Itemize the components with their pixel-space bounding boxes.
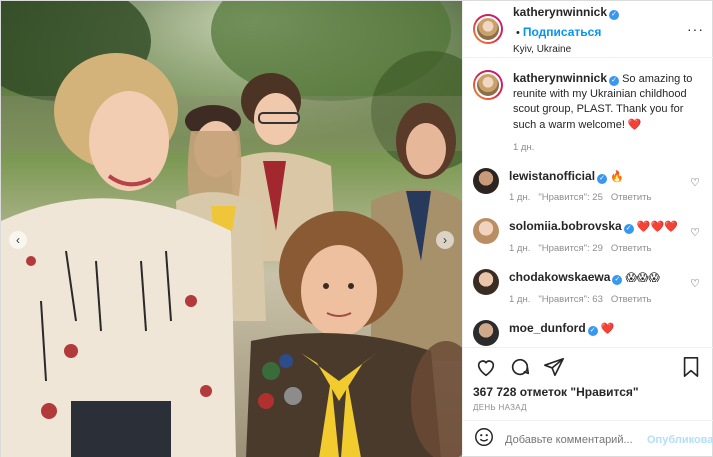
comment-username[interactable]: lewistanofficial xyxy=(509,169,595,183)
comment-likes[interactable]: "Нравится": 25 xyxy=(538,192,603,203)
comment-meta: 1 дн. "Нравится": 63 Ответить xyxy=(509,293,704,306)
commenter-avatar[interactable] xyxy=(473,319,499,346)
comment-body: moe_dunford ✓ ❤️ xyxy=(509,320,704,346)
add-comment-bar: Опубликовать xyxy=(463,420,713,457)
comment-time: 1 дн. xyxy=(509,242,531,254)
comment-item: solomiia.bobrovska ✓ ❤️❤️❤️ 1 дн. "Нравитс… xyxy=(473,218,704,255)
comment-icon[interactable] xyxy=(507,354,533,380)
instagram-post: ‹ › katherynwinnick ✓• Подписаться Kyiv, U… xyxy=(0,0,713,457)
paper-plane-icon[interactable] xyxy=(541,354,567,380)
post-time-ago[interactable]: ДЕНЬ НАЗАД xyxy=(463,399,713,420)
reply-button[interactable]: Ответить xyxy=(611,294,652,305)
comment-item: lewistanofficial ✓ 🔥 1 дн. "Нравится": 25 О… xyxy=(473,167,704,205)
comment-username[interactable]: moe_dunford xyxy=(509,321,586,335)
comment-text: ❤️ xyxy=(600,322,615,335)
post-sidebar: katherynwinnick ✓• Подписаться Kyiv, Ukrai… xyxy=(462,1,713,457)
post-header: katherynwinnick ✓ • Подписаться Kyiv, Ukrai… xyxy=(463,1,713,58)
likes-count[interactable]: 367 728 отметок "Нравится" xyxy=(463,385,713,399)
author-avatar[interactable] xyxy=(473,14,503,44)
comment-item: chodakowskaewa ✓ 😱😱😱 1 дн. "Нравится": 63 О… xyxy=(473,269,704,306)
comment-text: 😱😱😱 xyxy=(625,272,660,285)
heart-icon[interactable] xyxy=(473,354,499,380)
reply-button[interactable]: Ответить xyxy=(611,243,652,254)
post-caption: katherynwinnick ✓ So amazing to reunite w… xyxy=(473,70,704,154)
action-bar xyxy=(463,347,713,385)
comment-like-heart-icon[interactable]: ♡ xyxy=(690,277,700,290)
caption-body: katherynwinnick ✓ So amazing to reunite w… xyxy=(513,70,704,154)
reply-button[interactable]: Ответить xyxy=(611,192,652,203)
comment-text: ❤️❤️❤️ xyxy=(636,221,678,234)
caption-avatar-image xyxy=(475,72,501,98)
comment-body: solomiia.bobrovska ✓ ❤️❤️❤️ 1 дн. "Нравитс… xyxy=(509,218,704,255)
comment-like-heart-icon[interactable]: ♡ xyxy=(690,176,700,189)
dot-separator: • xyxy=(516,26,520,39)
author-info: katherynwinnick ✓ • Подписаться Kyiv, Ukrai… xyxy=(513,2,687,57)
verified-badge-icon: ✓ xyxy=(609,9,620,20)
carousel-nav: ‹ › xyxy=(9,231,454,249)
bookmark-icon[interactable] xyxy=(678,354,704,380)
carousel-next-icon[interactable]: › xyxy=(436,231,454,249)
verified-badge-icon: ✓ xyxy=(597,173,608,184)
comment-username[interactable]: chodakowskaewa xyxy=(509,270,610,284)
commenter-avatar[interactable] xyxy=(473,167,499,194)
comment-body: lewistanofficial ✓ 🔥 1 дн. "Нравится": 25 О… xyxy=(509,168,704,205)
verified-badge-icon: ✓ xyxy=(612,275,623,286)
commenter-avatar[interactable] xyxy=(473,269,499,296)
post-photo[interactable]: ‹ › xyxy=(1,1,462,457)
comment-likes[interactable]: "Нравится": 63 xyxy=(538,294,603,305)
comment-likes[interactable]: "Нравится": 29 xyxy=(538,243,603,254)
caption-avatar[interactable] xyxy=(473,70,503,100)
comment-input[interactable] xyxy=(505,433,647,446)
caption-time: 1 дн. xyxy=(513,141,535,153)
author-username[interactable]: katherynwinnick xyxy=(513,5,607,19)
author-avatar-image xyxy=(475,16,501,42)
post-location[interactable]: Kyiv, Ukraine xyxy=(513,44,687,57)
comment-text: 🔥 xyxy=(610,170,624,183)
smiley-icon[interactable] xyxy=(473,426,495,453)
comment-like-heart-icon[interactable]: ♡ xyxy=(690,226,700,239)
comment-body: chodakowskaewa ✓ 😱😱😱 1 дн. "Нравится": 63 О… xyxy=(509,269,704,306)
comments-list[interactable]: katherynwinnick ✓ So amazing to reunite w… xyxy=(463,58,713,347)
carousel-prev-icon[interactable]: ‹ xyxy=(9,231,27,249)
follow-button[interactable]: Подписаться xyxy=(523,25,601,39)
comment-time: 1 дн. xyxy=(509,293,531,305)
caption-username[interactable]: katherynwinnick xyxy=(513,71,607,85)
comment-username[interactable]: solomiia.bobrovska xyxy=(509,219,622,233)
verified-badge-icon: ✓ xyxy=(587,325,598,336)
verified-badge-icon: ✓ xyxy=(609,76,620,86)
commenter-avatar[interactable] xyxy=(473,218,499,245)
comment-item: moe_dunford ✓ ❤️ xyxy=(473,319,704,346)
comment-meta: 1 дн. "Нравится": 25 Ответить xyxy=(509,191,704,204)
scout-photo-illustration xyxy=(1,1,462,457)
verified-badge-icon: ✓ xyxy=(623,224,634,235)
comment-time: 1 дн. xyxy=(509,192,531,204)
more-dots-icon[interactable]: ··· xyxy=(687,21,704,37)
publish-button[interactable]: Опубликовать xyxy=(647,434,713,446)
comment-meta: 1 дн. "Нравится": 29 Ответить xyxy=(509,242,704,255)
